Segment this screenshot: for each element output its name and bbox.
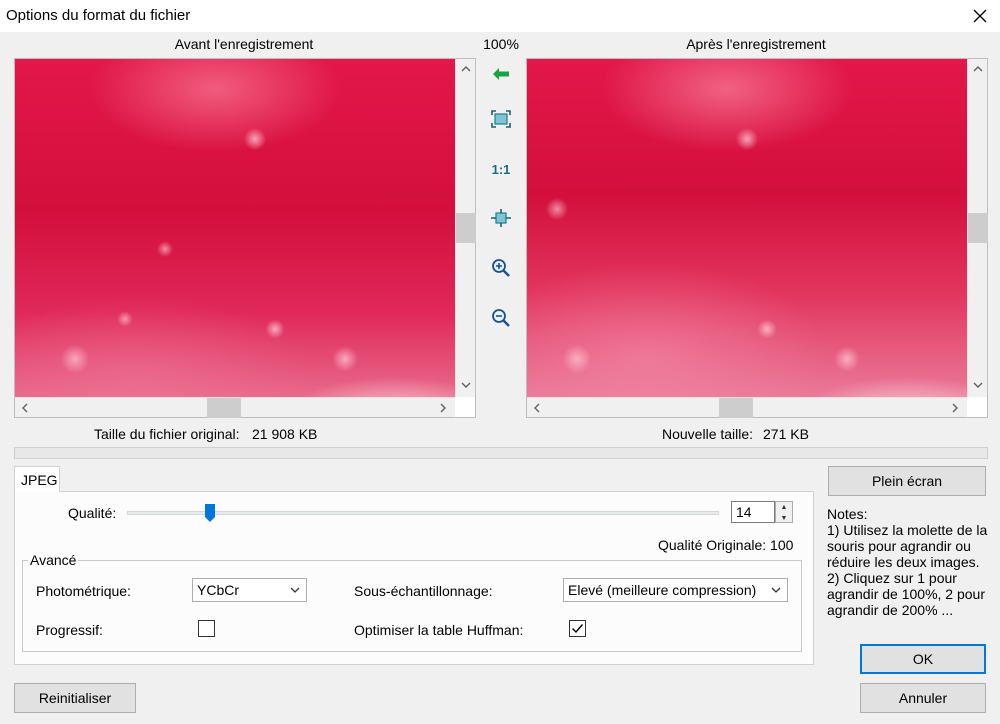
notes-line: 2) Cliquez sur 1 pour	[827, 570, 957, 586]
scroll-left-icon[interactable]	[15, 398, 35, 418]
quality-slider-thumb[interactable]	[204, 503, 216, 523]
before-vertical-scrollbar[interactable]	[455, 59, 476, 397]
scroll-up-icon[interactable]	[968, 59, 988, 79]
subsampling-select[interactable]: Elevé (meilleure compression)	[563, 578, 788, 602]
spin-down-icon[interactable]: ▼	[776, 513, 792, 524]
quality-label: Qualité:	[68, 505, 117, 521]
notes-line: 1) Utilisez la molette de la	[827, 522, 988, 538]
quality-input[interactable]	[731, 501, 775, 523]
scroll-left-icon[interactable]	[527, 398, 547, 418]
after-hscroll-thumb[interactable]	[719, 398, 753, 418]
tab-jpeg-label: JPEG	[21, 472, 58, 488]
chevron-down-icon	[771, 587, 781, 593]
after-vscroll-thumb[interactable]	[968, 213, 988, 243]
checkmark-icon	[572, 624, 584, 634]
photometric-value: YCbCr	[197, 582, 240, 598]
photometric-select[interactable]: YCbCr	[192, 578, 307, 602]
original-size-label: Taille du fichier original:	[94, 426, 240, 442]
notes: Notes: 1) Utilisez la molette de la sour…	[827, 506, 997, 618]
after-preview-pane[interactable]	[526, 58, 988, 418]
photometric-label: Photométrique:	[36, 583, 131, 599]
advanced-group	[22, 560, 802, 652]
scroll-down-icon[interactable]	[456, 375, 476, 395]
subsampling-label: Sous-échantillonnage:	[354, 583, 493, 599]
after-vertical-scrollbar[interactable]	[967, 59, 988, 397]
arrow-left-icon[interactable]	[488, 62, 514, 86]
close-button[interactable]	[960, 0, 1000, 32]
fit-window-icon[interactable]	[488, 107, 514, 131]
scroll-right-icon[interactable]	[945, 398, 965, 418]
actual-size-icon[interactable]: 1:1	[486, 157, 516, 181]
huffman-label: Optimiser la table Huffman:	[354, 622, 524, 638]
after-label: Après l'enregistrement	[686, 36, 826, 52]
before-hscroll-thumb[interactable]	[207, 398, 241, 418]
scroll-down-icon[interactable]	[968, 375, 988, 395]
before-horizontal-scrollbar[interactable]	[15, 397, 455, 418]
subsampling-value: Elevé (meilleure compression)	[568, 582, 757, 598]
new-size-label: Nouvelle taille:	[662, 426, 754, 442]
notes-line: réduire les deux images.	[827, 554, 980, 570]
after-horizontal-scrollbar[interactable]	[527, 397, 967, 418]
advanced-group-title: Avancé	[28, 552, 79, 568]
scroll-up-icon[interactable]	[456, 59, 476, 79]
cancel-button[interactable]: Annuler	[860, 683, 986, 713]
before-preview-pane[interactable]	[14, 58, 476, 418]
before-vscroll-thumb[interactable]	[456, 213, 476, 243]
tab-jpeg[interactable]: JPEG	[14, 466, 60, 492]
quality-spinner[interactable]: ▲ ▼	[775, 501, 793, 523]
original-quality: Qualité Originale: 100	[658, 537, 794, 553]
huffman-checkbox[interactable]	[569, 620, 586, 637]
progressive-label: Progressif:	[36, 622, 103, 638]
progressive-checkbox[interactable]	[198, 620, 215, 637]
zoom-in-icon[interactable]	[488, 256, 514, 280]
close-icon	[973, 9, 987, 23]
before-label: Avant l'enregistrement	[174, 36, 314, 52]
spin-up-icon[interactable]: ▲	[776, 502, 792, 513]
notes-title: Notes:	[827, 506, 868, 522]
scroll-right-icon[interactable]	[433, 398, 453, 418]
notes-line: agrandir de 100%, 2 pour	[827, 586, 985, 602]
zoom-level: 100%	[483, 36, 519, 52]
new-size-value: 271 KB	[763, 426, 809, 442]
fit-width-icon[interactable]	[488, 206, 514, 230]
chevron-down-icon	[290, 587, 300, 593]
progress-separator	[14, 447, 988, 459]
notes-line: souris pour agrandir ou	[827, 538, 971, 554]
notes-line: agrandir de 200% ...	[827, 602, 954, 618]
fullscreen-button[interactable]: Plein écran	[828, 466, 986, 496]
original-size-value: 21 908 KB	[252, 426, 318, 442]
window-title: Options du format du fichier	[6, 7, 191, 24]
zoom-out-icon[interactable]	[488, 306, 514, 330]
after-image[interactable]	[527, 59, 967, 397]
ok-button[interactable]: OK	[860, 644, 986, 674]
reset-button[interactable]: Reinitialiser	[14, 683, 136, 713]
before-image[interactable]	[15, 59, 455, 397]
